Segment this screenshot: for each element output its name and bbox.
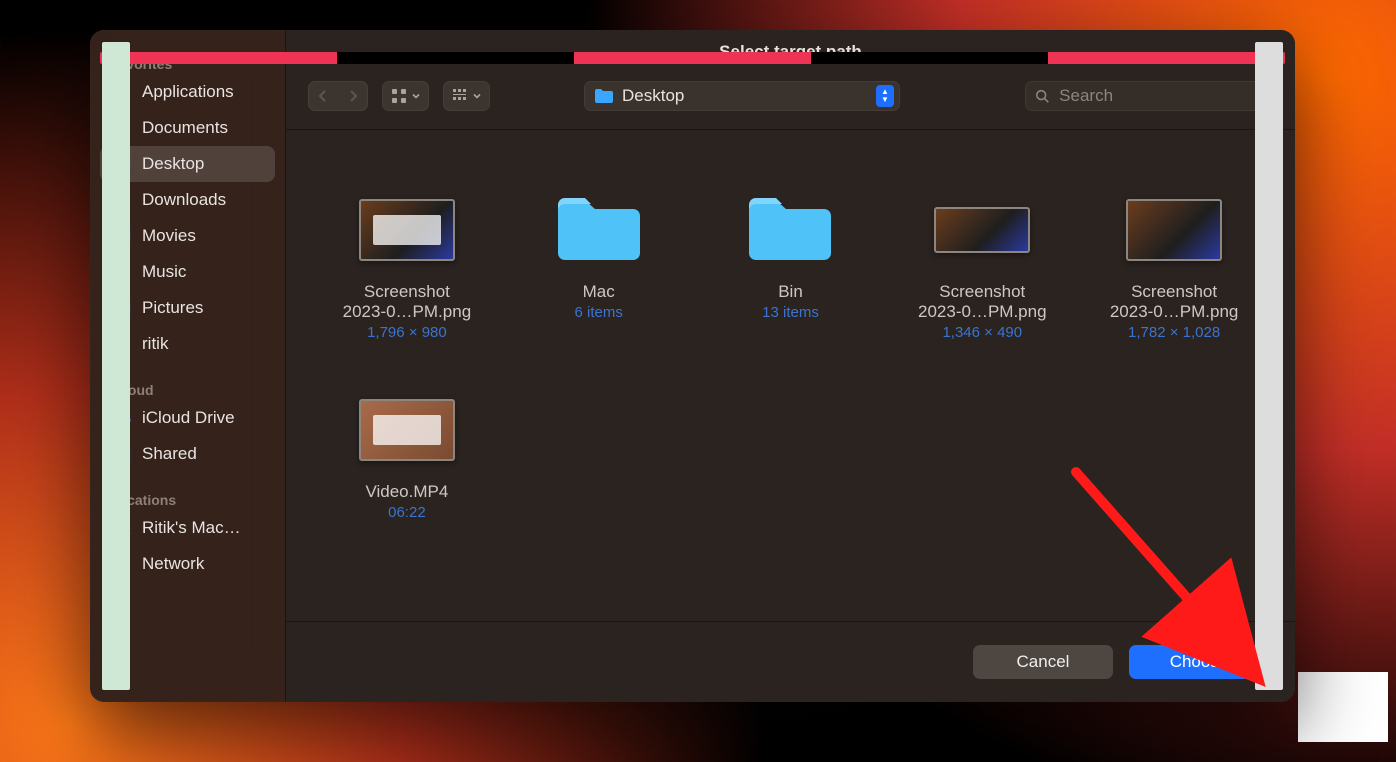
image-thumbnail-icon	[934, 207, 1030, 253]
search-input[interactable]	[1057, 85, 1263, 107]
chevron-down-icon	[472, 91, 482, 101]
sidebar-item-label: Music	[142, 262, 186, 282]
sidebar-item-label: Shared	[142, 444, 197, 464]
file-meta: 13 items	[762, 304, 819, 321]
dialog-footer: Cancel Choose	[286, 621, 1295, 702]
file-meta: 6 items	[575, 304, 623, 321]
file-meta: 1,782 × 1,028	[1128, 324, 1220, 341]
toolbar: Desktop ▲▼	[286, 74, 1295, 130]
sidebar-item-label: ritik	[142, 334, 168, 354]
sidebar-item-label: iCloud Drive	[142, 408, 235, 428]
sidebar-item-label: Ritik's Mac…	[142, 518, 241, 538]
file-meta: 06:22	[388, 504, 426, 521]
white-corner-block	[1298, 672, 1388, 742]
file-meta: 1,346 × 490	[942, 324, 1022, 341]
file-name: Screenshot	[939, 282, 1025, 302]
file-name: Mac	[583, 282, 615, 302]
file-item[interactable]: Video.MP4 06:22	[316, 390, 498, 580]
choose-button[interactable]: Choose	[1129, 645, 1269, 679]
cancel-button[interactable]: Cancel	[973, 645, 1113, 679]
folder-icon	[594, 88, 614, 104]
file-grid[interactable]: Screenshot 2023-0…PM.png 1,796 × 980 Mac…	[286, 130, 1295, 621]
file-item[interactable]: Screenshot 2023-0…PM.png 1,796 × 980	[316, 190, 498, 380]
sidebar-item-label: Downloads	[142, 190, 226, 210]
file-name: Bin	[778, 282, 803, 302]
path-name: Desktop	[622, 86, 868, 106]
sidebar-item-label: Pictures	[142, 298, 203, 318]
path-stepper-icon: ▲▼	[876, 85, 894, 107]
file-item[interactable]: Screenshot 2023-0…PM.png 1,782 × 1,028	[1083, 190, 1265, 380]
forward-button[interactable]	[338, 81, 368, 111]
sidebar-item-label: Applications	[142, 82, 234, 102]
file-name: Screenshot	[364, 282, 450, 302]
file-name-line2: 2023-0…PM.png	[918, 302, 1047, 322]
folder-item[interactable]: Bin 13 items	[700, 190, 882, 380]
file-name: Video.MP4	[365, 482, 448, 502]
main-panel: Select target path	[285, 30, 1295, 702]
group-by-button[interactable]	[443, 81, 490, 111]
nav-segment	[308, 81, 368, 111]
chevron-down-icon	[411, 91, 421, 101]
folder-icon	[743, 193, 837, 267]
sidebar-item-label: Movies	[142, 226, 196, 246]
back-button[interactable]	[308, 81, 338, 111]
sidebar-item-label: Network	[142, 554, 204, 574]
file-meta: 1,796 × 980	[367, 324, 447, 341]
file-item[interactable]: Screenshot 2023-0…PM.png 1,346 × 490	[891, 190, 1073, 380]
file-name-line2: 2023-0…PM.png	[343, 302, 472, 322]
file-name-line2: 2023-0…PM.png	[1110, 302, 1239, 322]
folder-icon	[552, 193, 646, 267]
sidebar-item-label: Desktop	[142, 154, 204, 174]
image-thumbnail-icon	[359, 199, 455, 261]
search-icon	[1035, 88, 1049, 104]
video-thumbnail-icon	[359, 399, 455, 461]
image-thumbnail-icon	[1126, 199, 1222, 261]
folder-item[interactable]: Mac 6 items	[508, 190, 690, 380]
icon-view-button[interactable]	[382, 81, 429, 111]
file-picker-window: Favorites Applications Documents Desktop…	[90, 30, 1295, 702]
file-name: Screenshot	[1131, 282, 1217, 302]
path-control[interactable]: Desktop ▲▼	[584, 81, 900, 111]
search-field[interactable]	[1025, 81, 1273, 111]
sidebar-item-label: Documents	[142, 118, 228, 138]
